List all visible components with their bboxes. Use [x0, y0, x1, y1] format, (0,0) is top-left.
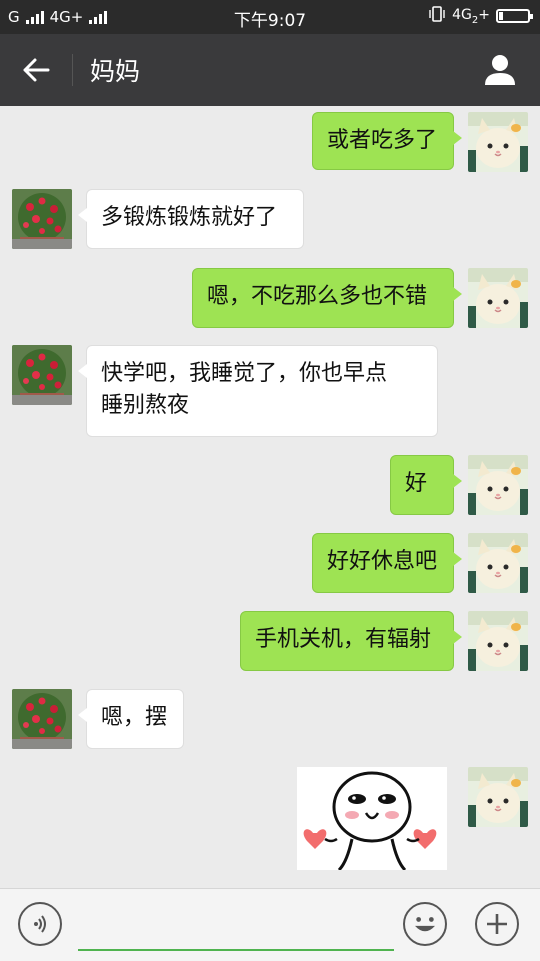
message-text: 嗯，不吃那么多也不错	[207, 284, 428, 309]
message-text: 多锻炼锻炼就好了	[101, 205, 278, 230]
network-plus: +	[478, 6, 490, 23]
my-avatar[interactable]	[468, 611, 528, 671]
contact-avatar[interactable]	[12, 189, 72, 249]
my-avatar[interactable]	[468, 767, 528, 827]
sticker-image[interactable]	[297, 767, 447, 872]
my-avatar[interactable]	[468, 533, 528, 593]
chat-header: 妈妈	[0, 34, 540, 106]
more-button[interactable]	[475, 902, 519, 946]
emoji-icon	[415, 917, 435, 932]
message-text: 好好休息吧	[327, 549, 438, 574]
contact-avatar[interactable]	[12, 345, 72, 405]
my-avatar[interactable]	[468, 455, 528, 515]
message-bubble[interactable]: 多锻炼锻炼就好了	[78, 189, 304, 249]
message-input[interactable]	[78, 903, 394, 951]
network-label: 4G	[452, 6, 472, 23]
message-bubble[interactable]: 嗯，摆	[78, 689, 184, 749]
message-bubble[interactable]: 嗯，不吃那么多也不错	[192, 268, 462, 328]
status-right: 4G2+	[428, 6, 533, 26]
message-bubble[interactable]: 好好休息吧	[312, 533, 462, 593]
profile-button[interactable]	[482, 52, 518, 88]
my-avatar[interactable]	[468, 112, 528, 172]
status-bar: G 4G+ 下午9:07 4G2+	[0, 0, 540, 34]
header-divider	[72, 54, 73, 86]
input-bar	[0, 888, 540, 961]
message-text: 嗯，摆	[101, 705, 168, 730]
message-text: 或者吃多了	[327, 128, 438, 153]
plus-icon	[487, 914, 507, 934]
message-text-line-2: 睡别熬夜	[101, 393, 190, 418]
my-avatar[interactable]	[468, 268, 528, 328]
back-button[interactable]	[16, 52, 56, 88]
voice-button[interactable]	[18, 902, 62, 946]
message-bubble[interactable]: 手机关机，有辐射	[240, 611, 462, 671]
chat-title: 妈妈	[90, 57, 141, 86]
message-text-line-1: 快学吧，我睡觉了，你也早点	[101, 361, 388, 386]
emoji-button[interactable]	[403, 902, 447, 946]
message-bubble[interactable]: 或者吃多了	[312, 112, 462, 170]
message-text: 好	[405, 471, 428, 496]
vibrate-icon	[428, 6, 446, 26]
voice-icon	[34, 915, 46, 933]
chat-list[interactable]: 或者吃多了 多锻炼锻炼就好了 嗯，不吃那么多也不错 快学吧，我睡觉了，你也早点 …	[0, 106, 540, 888]
person-icon	[485, 55, 515, 85]
message-text: 手机关机，有辐射	[255, 627, 432, 652]
battery-icon	[496, 9, 533, 23]
message-bubble[interactable]: 快学吧，我睡觉了，你也早点 睡别熬夜	[78, 345, 438, 437]
shy-face-sticker-icon	[303, 771, 437, 872]
message-bubble[interactable]: 好	[390, 455, 462, 515]
arrow-left-icon	[23, 58, 50, 82]
contact-avatar[interactable]	[12, 689, 72, 749]
